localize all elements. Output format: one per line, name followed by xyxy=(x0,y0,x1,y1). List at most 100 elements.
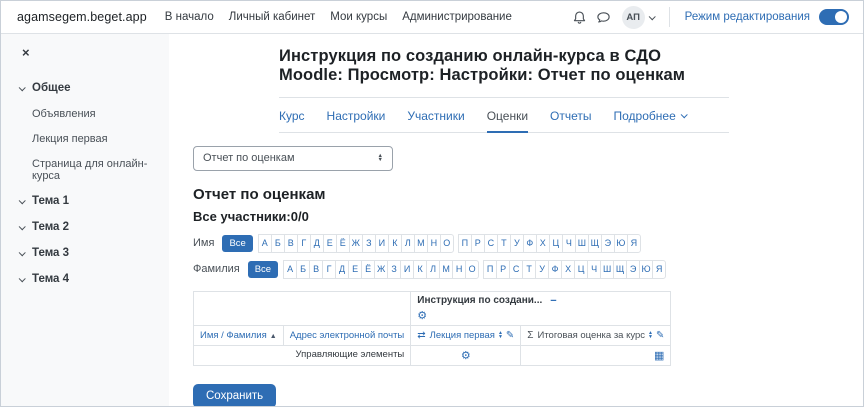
calculator-icon[interactable]: ▦ xyxy=(654,350,664,362)
letter-filter-button[interactable]: Н xyxy=(426,233,441,253)
letter-filter-button[interactable]: Р xyxy=(470,233,485,253)
letter-filter-button[interactable]: У xyxy=(535,259,550,279)
letter-filter-button[interactable]: О xyxy=(439,233,454,253)
letter-filter-button[interactable]: В xyxy=(283,233,298,253)
sort-by-email-link[interactable]: Адрес электронной почты xyxy=(290,330,405,341)
notifications-bell-icon[interactable] xyxy=(572,10,587,25)
letter-filter-button[interactable]: Х xyxy=(535,233,550,253)
first-name-all-button[interactable]: Все xyxy=(222,234,253,252)
course-tab[interactable]: Курс xyxy=(279,109,305,133)
sort-toggle-icon[interactable]: ▲ ▼ xyxy=(498,331,503,340)
avatar[interactable]: АП xyxy=(621,5,645,29)
sort-toggle-icon[interactable]: ▲ ▼ xyxy=(648,331,653,340)
letter-filter-button[interactable]: Л xyxy=(426,259,441,279)
close-drawer-icon[interactable]: × xyxy=(22,46,169,59)
letter-filter-button[interactable]: Ц xyxy=(574,259,589,279)
course-tab[interactable]: Участники xyxy=(407,109,464,133)
letter-filter-button[interactable]: Г xyxy=(322,259,337,279)
letter-filter-button[interactable]: Ц xyxy=(548,233,563,253)
nav-link[interactable]: В начало xyxy=(165,11,214,23)
sidebar-item[interactable]: Страница для онлайн-курса xyxy=(1,151,169,188)
letter-filter-button[interactable]: Э xyxy=(600,233,615,253)
sidebar-item[interactable]: Тема 2 xyxy=(1,214,169,240)
nav-link[interactable]: Мои курсы xyxy=(330,11,387,23)
participants-count: Все участники:0/0 xyxy=(193,208,309,224)
letter-filter-button[interactable]: И xyxy=(400,259,415,279)
letter-filter-button[interactable]: К xyxy=(387,233,402,253)
letter-filter-button[interactable]: О xyxy=(465,259,480,279)
letter-filter-button[interactable]: М xyxy=(439,259,454,279)
switch-view-icon[interactable]: ⇄ xyxy=(417,330,425,341)
letter-filter-button[interactable]: Х xyxy=(561,259,576,279)
letter-filter-button[interactable]: Г xyxy=(296,233,311,253)
letter-filter-button[interactable]: Я xyxy=(652,259,667,279)
edit-pencil-icon[interactable]: ✎ xyxy=(506,330,514,341)
letter-filter-button[interactable]: Щ xyxy=(587,233,602,253)
letter-filter-button[interactable]: М xyxy=(413,233,428,253)
letter-filter-button[interactable]: И xyxy=(374,233,389,253)
activity-link[interactable]: Лекция первая xyxy=(430,330,495,341)
letter-filter-button[interactable]: Ш xyxy=(600,259,615,279)
letter-filter-button[interactable]: Ф xyxy=(522,233,537,253)
letter-filter-button[interactable]: Р xyxy=(496,259,511,279)
last-name-all-button[interactable]: Все xyxy=(247,260,279,278)
report-select[interactable]: Отчет по оценкам ▲ ▼ xyxy=(193,145,393,171)
letter-filter-button[interactable]: Ч xyxy=(561,233,576,253)
letter-filter-button[interactable]: Б xyxy=(296,259,311,279)
letter-filter-button[interactable]: Д xyxy=(309,233,324,253)
letter-filter-button[interactable]: Э xyxy=(626,259,641,279)
letter-filter-button[interactable]: А xyxy=(283,259,298,279)
course-tab[interactable]: Оценки xyxy=(486,109,529,133)
letter-filter-button[interactable]: П xyxy=(457,233,472,253)
user-menu[interactable]: АП xyxy=(621,5,656,29)
letter-filter-button[interactable]: Ё xyxy=(361,259,376,279)
letter-filter-button[interactable]: Т xyxy=(496,233,511,253)
course-tab[interactable]: Настройки xyxy=(327,109,386,133)
letter-filter-button[interactable]: З xyxy=(387,259,402,279)
course-tab[interactable]: Отчеты xyxy=(550,109,591,133)
site-name-link[interactable]: agamsegem.beget.app xyxy=(17,10,147,24)
letter-filter-button[interactable]: К xyxy=(413,259,428,279)
letter-filter-button[interactable]: С xyxy=(483,233,498,253)
letter-filter-button[interactable]: Ю xyxy=(639,259,654,279)
letter-filter-button[interactable]: Ч xyxy=(587,259,602,279)
letter-filter-button[interactable]: Ш xyxy=(574,233,589,253)
letter-filter-button[interactable]: Л xyxy=(400,233,415,253)
sidebar-item[interactable]: Объявления xyxy=(1,101,169,126)
sidebar-item[interactable]: Тема 4 xyxy=(1,266,169,292)
collapse-column-icon[interactable]: − xyxy=(550,295,556,307)
letter-filter-button[interactable]: Ж xyxy=(348,233,363,253)
letter-filter-button[interactable]: Ё xyxy=(335,233,350,253)
nav-link[interactable]: Личный кабинет xyxy=(229,11,316,23)
letter-filter-button[interactable]: Я xyxy=(626,233,641,253)
sidebar-item[interactable]: Тема 1 xyxy=(1,188,169,214)
gear-icon[interactable]: ⚙ xyxy=(461,350,471,362)
save-button[interactable]: Сохранить xyxy=(193,383,277,406)
course-tab[interactable]: Подробнее xyxy=(614,109,688,133)
letter-filter-button[interactable]: С xyxy=(509,259,524,279)
letter-filter-button[interactable]: Щ xyxy=(613,259,628,279)
letter-filter-button[interactable]: П xyxy=(483,259,498,279)
letter-filter-button[interactable]: Н xyxy=(452,259,467,279)
letter-filter-button[interactable]: Е xyxy=(348,259,363,279)
letter-filter-button[interactable]: Д xyxy=(335,259,350,279)
letter-filter-button[interactable]: Ю xyxy=(613,233,628,253)
letter-filter-button[interactable]: У xyxy=(509,233,524,253)
letter-filter-button[interactable]: В xyxy=(309,259,324,279)
sidebar-item[interactable]: Лекция первая xyxy=(1,126,169,151)
letter-filter-button[interactable]: З xyxy=(361,233,376,253)
sidebar-item[interactable]: Тема 3 xyxy=(1,240,169,266)
letter-filter-button[interactable]: Е xyxy=(322,233,337,253)
letter-filter-button[interactable]: Ф xyxy=(548,259,563,279)
sidebar-item[interactable]: Общее xyxy=(1,75,169,101)
gear-icon[interactable]: ⚙ xyxy=(417,309,427,322)
letter-filter-button[interactable]: Ж xyxy=(374,259,389,279)
letter-filter-button[interactable]: Т xyxy=(522,259,537,279)
sort-by-name-link[interactable]: Имя / Фамилия xyxy=(200,330,267,341)
letter-filter-button[interactable]: Б xyxy=(270,233,285,253)
edit-pencil-icon[interactable]: ✎ xyxy=(656,330,664,341)
nav-link[interactable]: Администрирование xyxy=(402,11,512,23)
edit-mode-toggle[interactable] xyxy=(819,9,849,25)
letter-filter-button[interactable]: А xyxy=(257,233,272,253)
messages-chat-icon[interactable] xyxy=(596,10,611,25)
